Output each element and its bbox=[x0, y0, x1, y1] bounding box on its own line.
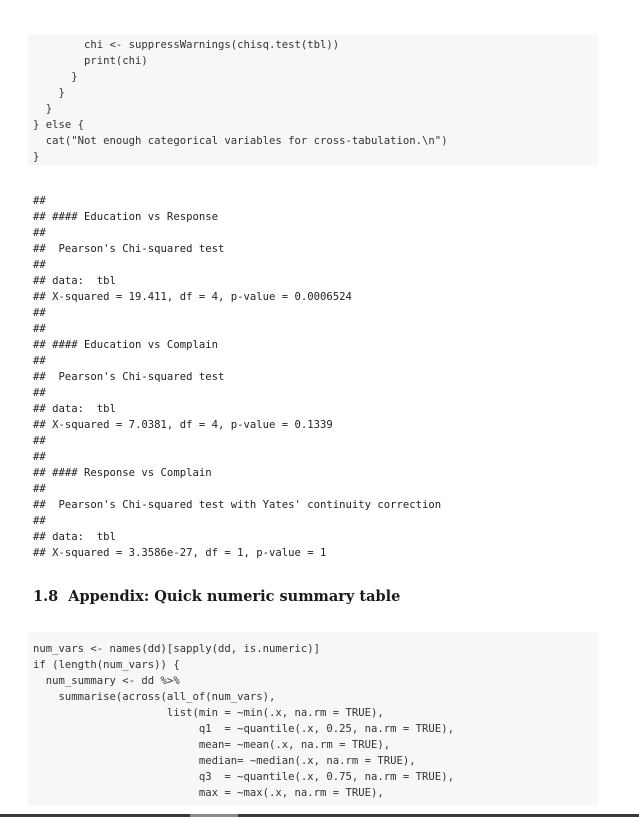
section-heading: 1.8 Appendix: Quick numeric summary table bbox=[33, 588, 400, 605]
output-line: ## bbox=[33, 451, 46, 463]
output-line: ## X-squared = 3.3586e-27, df = 1, p-val… bbox=[33, 547, 327, 559]
code-line: cat("Not enough categorical variables fo… bbox=[33, 135, 448, 147]
output-line: ## #### Education vs Complain bbox=[33, 339, 218, 351]
code-line: q3 = ~quantile(.x, 0.75, na.rm = TRUE), bbox=[33, 771, 454, 783]
code-line: print(chi) bbox=[33, 55, 148, 67]
output-line: ## data: tbl bbox=[33, 531, 116, 543]
code-line: } bbox=[33, 71, 78, 83]
output-line: ## bbox=[33, 259, 46, 271]
code-line: mean= ~mean(.x, na.rm = TRUE), bbox=[33, 739, 391, 751]
output-line: ## X-squared = 19.411, df = 4, p-value =… bbox=[33, 291, 352, 303]
code-line: median= ~median(.x, na.rm = TRUE), bbox=[33, 755, 416, 767]
code-line: } bbox=[33, 87, 65, 99]
output-line: ## bbox=[33, 515, 46, 527]
code-line: max = ~max(.x, na.rm = TRUE), bbox=[33, 787, 384, 799]
code-line: summarise(across(all_of(num_vars), bbox=[33, 691, 276, 703]
code-line: q1 = ~quantile(.x, 0.25, na.rm = TRUE), bbox=[33, 723, 454, 735]
output-line: ## Pearson's Chi-squared test bbox=[33, 371, 225, 383]
code-line: chi <- suppressWarnings(chisq.test(tbl)) bbox=[33, 39, 340, 51]
output-line: ## bbox=[33, 323, 46, 335]
code-line: } bbox=[33, 103, 53, 115]
section-title: Appendix: Quick numeric summary table bbox=[68, 588, 401, 605]
section-number: 1.8 bbox=[33, 588, 59, 605]
code-block-top: chi <- suppressWarnings(chisq.test(tbl))… bbox=[28, 35, 598, 165]
output-line: ## X-squared = 7.0381, df = 4, p-value =… bbox=[33, 419, 333, 431]
code-block-bottom: num_vars <- names(dd)[sapply(dd, is.nume… bbox=[28, 632, 598, 805]
code-line: } else { bbox=[33, 119, 85, 131]
code-line: if (length(num_vars)) { bbox=[33, 659, 180, 671]
output-line: ## Pearson's Chi-squared test with Yates… bbox=[33, 499, 442, 511]
output-line: ## bbox=[33, 387, 46, 399]
console-output: ## ## #### Education vs Response ## ## P… bbox=[33, 193, 613, 561]
code-line: num_vars <- names(dd)[sapply(dd, is.nume… bbox=[33, 643, 321, 655]
output-line: ## data: tbl bbox=[33, 403, 116, 415]
output-line: ## #### Response vs Complain bbox=[33, 467, 212, 479]
output-line: ## bbox=[33, 307, 46, 319]
code-line: } bbox=[33, 151, 40, 163]
code-line: num_summary <- dd %>% bbox=[33, 675, 180, 687]
output-line: ## bbox=[33, 227, 46, 239]
output-line: ## bbox=[33, 355, 46, 367]
output-line: ## bbox=[33, 195, 46, 207]
output-line: ## bbox=[33, 483, 46, 495]
output-line: ## bbox=[33, 435, 46, 447]
output-line: ## Pearson's Chi-squared test bbox=[33, 243, 225, 255]
code-line: list(min = ~min(.x, na.rm = TRUE), bbox=[33, 707, 384, 719]
output-line: ## #### Education vs Response bbox=[33, 211, 218, 223]
output-line: ## data: tbl bbox=[33, 275, 116, 287]
